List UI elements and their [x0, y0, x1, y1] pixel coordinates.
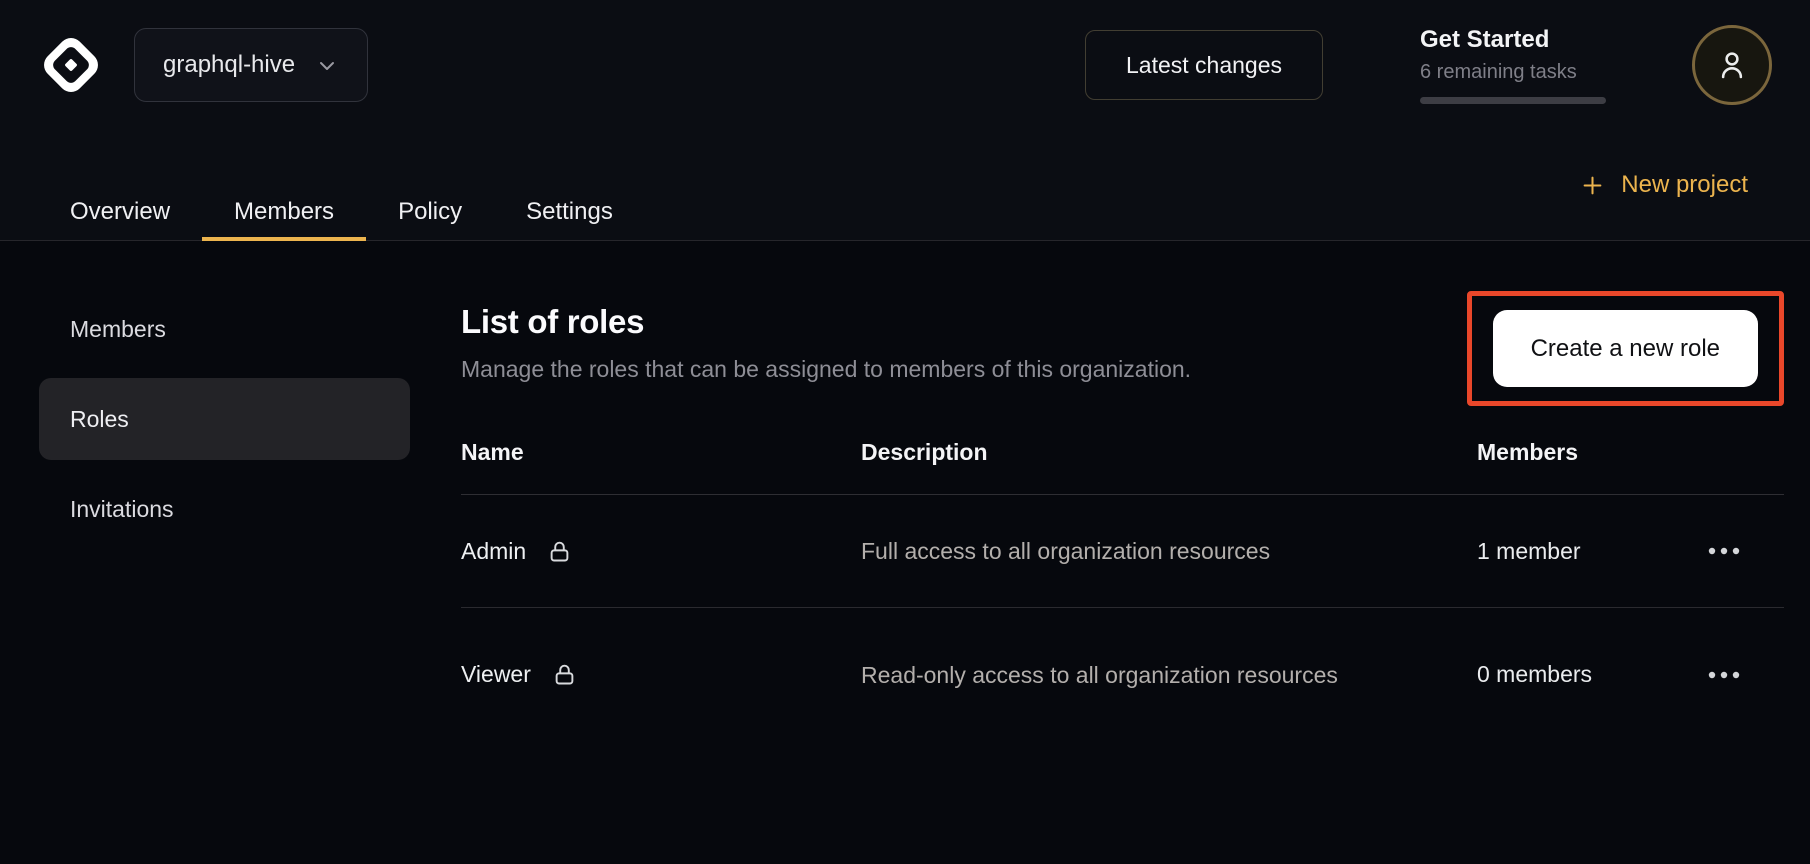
ellipsis-icon	[1707, 546, 1741, 556]
role-name-cell: Viewer	[461, 661, 861, 688]
column-header-description: Description	[861, 439, 1477, 466]
get-started-widget[interactable]: Get Started 6 remaining tasks	[1420, 26, 1606, 104]
role-description: Full access to all organization resource…	[861, 533, 1361, 569]
table-row-viewer: Viewer Read-only access to all organizat…	[461, 608, 1784, 741]
sidebar-item-members[interactable]: Members	[39, 288, 410, 370]
sidebar-item-roles[interactable]: Roles	[39, 378, 410, 460]
roles-table: Name Description Members Admin	[461, 439, 1784, 741]
tab-settings[interactable]: Settings	[494, 198, 645, 240]
create-role-button[interactable]: Create a new role	[1493, 310, 1758, 387]
latest-changes-button[interactable]: Latest changes	[1085, 30, 1323, 100]
row-menu-button[interactable]	[1707, 660, 1741, 690]
tab-policy[interactable]: Policy	[366, 198, 494, 240]
user-avatar-button[interactable]	[1692, 25, 1772, 105]
org-selector-value: graphql-hive	[163, 51, 295, 79]
lock-icon	[546, 538, 573, 565]
role-members-count: 1 member	[1477, 538, 1707, 565]
user-icon	[1713, 46, 1751, 84]
page-subtitle: Manage the roles that can be assigned to…	[461, 356, 1191, 383]
roles-table-header: Name Description Members	[461, 439, 1784, 495]
role-name-cell: Admin	[461, 538, 861, 565]
table-row-admin: Admin Full access to all organization re…	[461, 495, 1784, 608]
app-root: graphql-hive Latest changes Get Started …	[0, 0, 1810, 864]
column-header-name: Name	[461, 439, 861, 466]
top-bar: graphql-hive Latest changes Get Started …	[0, 0, 1810, 130]
role-description: Read-only access to all organization res…	[861, 657, 1361, 693]
role-name: Admin	[461, 538, 526, 565]
new-project-label: New project	[1621, 171, 1748, 199]
annotation-highlight-box: Create a new role	[1467, 291, 1784, 406]
hive-logo-icon[interactable]	[38, 32, 104, 98]
column-header-members: Members	[1477, 439, 1707, 466]
page-title: List of roles	[461, 303, 1191, 341]
plus-icon	[1579, 172, 1606, 199]
tab-overview[interactable]: Overview	[38, 198, 202, 240]
org-tab-bar: Overview Members Policy Settings New pro…	[0, 130, 1810, 241]
get-started-progress-bar	[1420, 97, 1606, 104]
get-started-subtitle: 6 remaining tasks	[1420, 61, 1606, 84]
sidebar-item-invitations[interactable]: Invitations	[39, 468, 410, 550]
org-selector[interactable]: graphql-hive	[134, 28, 368, 102]
roles-header: List of roles Manage the roles that can …	[461, 241, 1784, 406]
ellipsis-icon	[1707, 670, 1741, 680]
lock-icon	[551, 661, 578, 688]
new-project-button[interactable]: New project	[1579, 171, 1748, 199]
role-members-count: 0 members	[1477, 661, 1707, 688]
role-name: Viewer	[461, 661, 531, 688]
roles-header-text: List of roles Manage the roles that can …	[461, 303, 1191, 383]
chevron-down-icon	[315, 52, 339, 78]
row-menu-button[interactable]	[1707, 536, 1741, 566]
get-started-title: Get Started	[1420, 26, 1606, 54]
tab-members[interactable]: Members	[202, 198, 366, 240]
roles-section: List of roles Manage the roles that can …	[461, 241, 1784, 741]
sidebar: Members Roles Invitations	[39, 241, 410, 558]
main-content: Members Roles Invitations List of roles …	[0, 241, 1810, 864]
